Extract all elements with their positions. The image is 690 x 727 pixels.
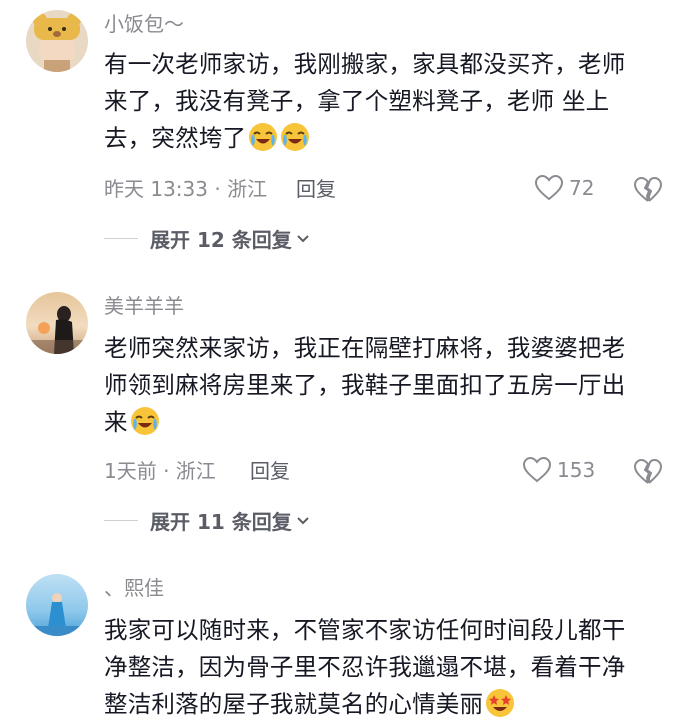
like-button[interactable]: 72	[535, 175, 594, 201]
tearful-laugh-emoji	[249, 123, 278, 151]
heart-icon	[523, 457, 551, 483]
comment-username[interactable]: 、熙佳	[104, 575, 164, 601]
comment-line: 老师突然来家访，我正在隔壁打麻将，我婆婆把老	[104, 334, 626, 362]
tearful-laugh-emoji	[281, 123, 310, 151]
avatar[interactable]	[26, 10, 88, 72]
heart-icon	[535, 175, 563, 201]
star-struck-emoji	[486, 689, 515, 717]
expand-replies-button[interactable]: 展开 11 条回复	[104, 506, 310, 535]
comment-line: 师领到麻将房里来了，我鞋子里面扣了五房一厅出	[104, 371, 626, 399]
comment-line: 我家可以随时来，不管家不家访任何时间段儿都干	[104, 616, 626, 644]
comment-timestamp-location: 1天前 · 浙江	[104, 459, 216, 483]
avatar[interactable]	[26, 574, 88, 636]
reply-button[interactable]: 回复	[250, 458, 290, 484]
comment-timestamp-location: 昨天 13:33 · 浙江	[104, 177, 268, 201]
comment-content: 我家可以随时来，不管家不家访任何时间段儿都干 净整洁，因为骨子里不忍许我邋遢不堪…	[104, 612, 664, 723]
divider	[104, 237, 138, 240]
chevron-down-icon	[297, 234, 309, 242]
expand-replies-label: 展开 12 条回复	[150, 228, 292, 252]
comment-line: 去，突然垮了	[104, 120, 664, 157]
comment-line: 来了，我没有凳子，拿了个塑料凳子，老师 坐上	[104, 87, 610, 115]
expand-replies-button[interactable]: 展开 12 条回复	[104, 224, 310, 253]
comment-username[interactable]: 小饭包～	[104, 11, 184, 37]
divider	[104, 519, 138, 522]
broken-heart-icon[interactable]	[634, 458, 662, 486]
comment-line: 净整洁，因为骨子里不忍许我邋遢不堪，看着干净	[104, 653, 626, 681]
like-button[interactable]: 153	[523, 457, 595, 483]
broken-heart-icon[interactable]	[634, 176, 662, 204]
comment-line: 整洁利落的屋子我就莫名的心情美丽	[104, 686, 664, 723]
reply-button[interactable]: 回复	[296, 176, 336, 202]
like-count: 72	[569, 176, 595, 200]
chevron-down-icon	[297, 516, 309, 524]
comment-username[interactable]: 美羊羊羊	[104, 293, 184, 319]
expand-replies-label: 展开 11 条回复	[150, 510, 292, 534]
like-count: 153	[557, 458, 596, 482]
avatar[interactable]	[26, 292, 88, 354]
comment-line: 有一次老师家访，我刚搬家，家具都没买齐，老师	[104, 50, 626, 78]
comment-line: 来	[104, 404, 664, 441]
comment-content: 有一次老师家访，我刚搬家，家具都没买齐，老师 来了，我没有凳子，拿了个塑料凳子，…	[104, 46, 664, 157]
comment-content: 老师突然来家访，我正在隔壁打麻将，我婆婆把老 师领到麻将房里来了，我鞋子里面扣了…	[104, 330, 664, 441]
tearful-laugh-emoji	[130, 407, 159, 435]
